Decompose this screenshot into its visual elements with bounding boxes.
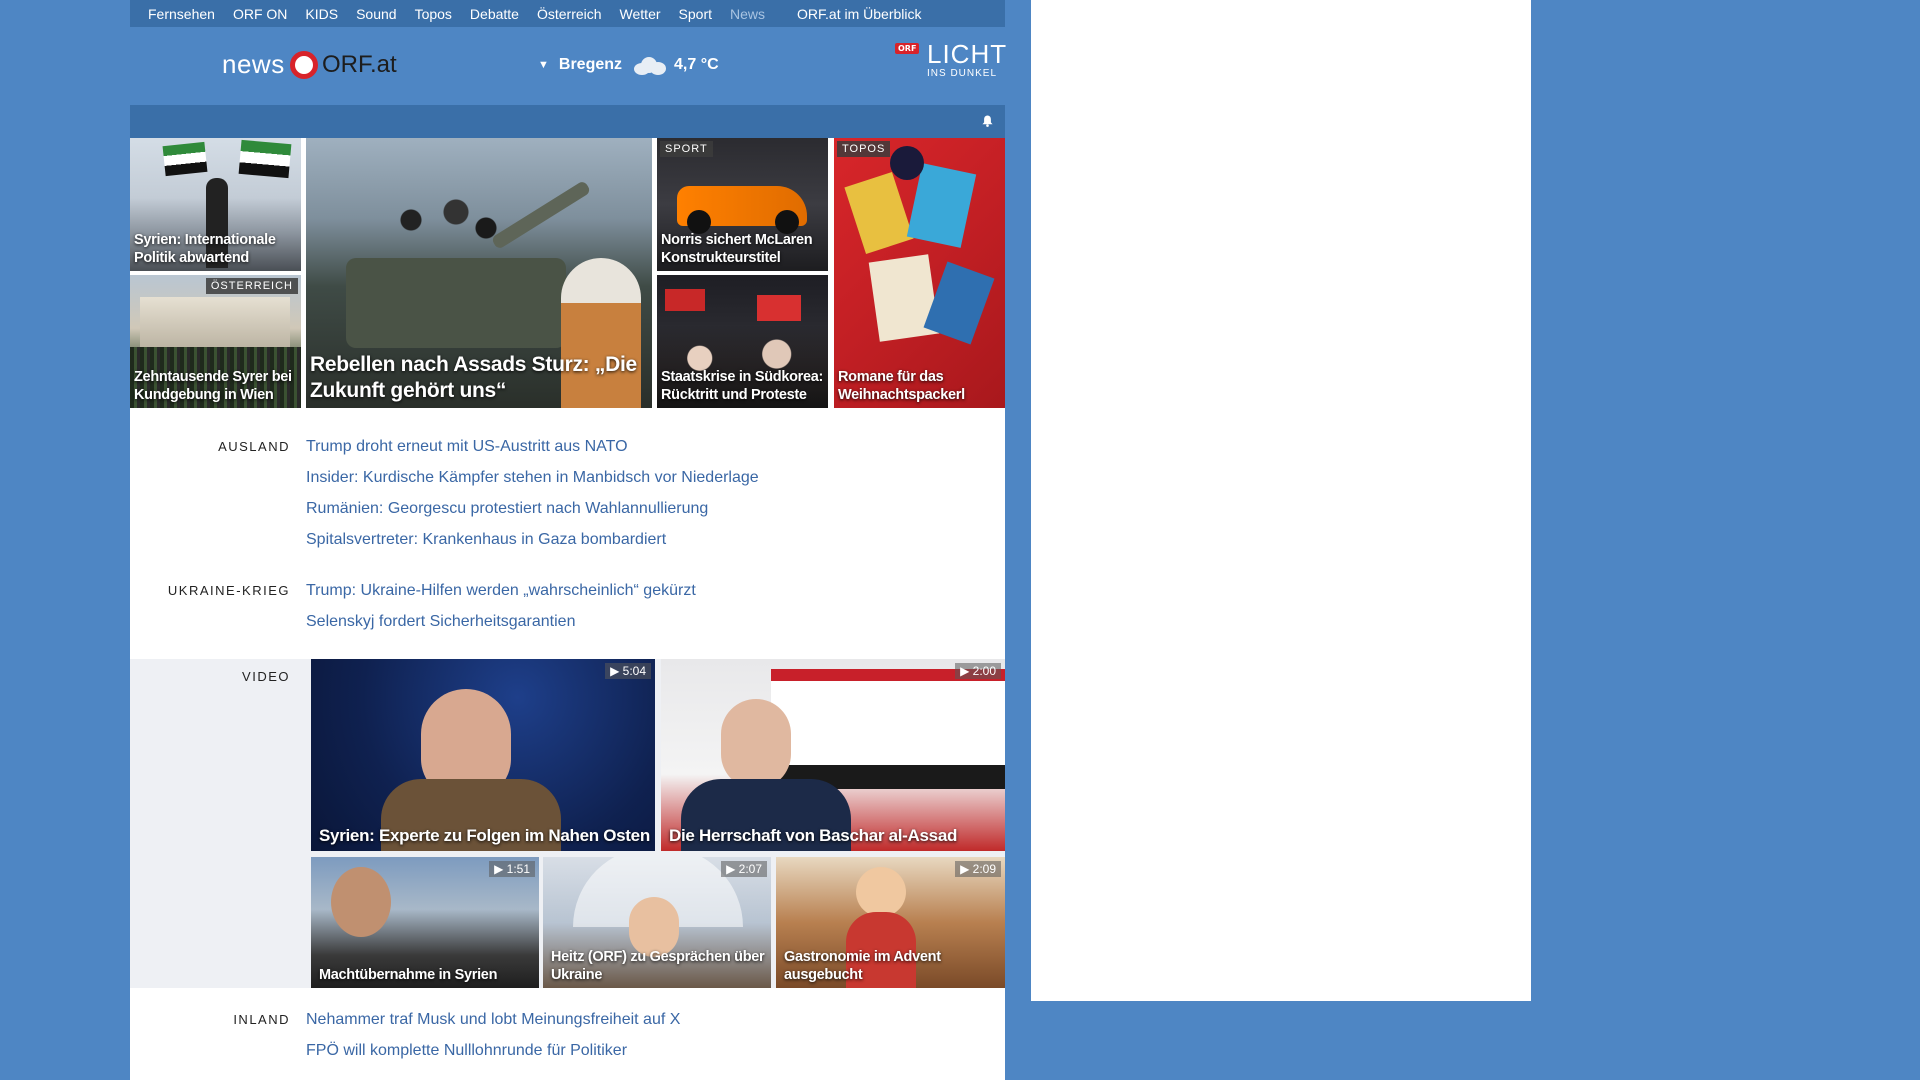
article-link[interactable]: Nehammer traf Musk und lobt Meinungsfrei… [306, 1004, 680, 1035]
video-caption: Heitz (ORF) zu Gesprächen über Ukraine [551, 949, 765, 983]
orf-logo-icon[interactable] [290, 51, 318, 79]
section-video: VIDEO ▶ 5:04 Syrien: Experte zu Folgen i… [130, 659, 1005, 988]
video-caption: Syrien: Experte zu Folgen im Nahen Osten [319, 826, 650, 845]
top-navigation: Fernsehen ORF ON KIDS Sound Topos Debatt… [130, 0, 1005, 27]
teaser-rebellen[interactable]: Rebellen nach Assads Sturz: „Die Zukunft… [306, 138, 652, 408]
section-inland: INLAND Nehammer traf Musk und lobt Meinu… [130, 1004, 1005, 1080]
crowd-image [366, 188, 516, 268]
video-duration: ▶ 5:04 [605, 663, 651, 679]
cloud-icon [632, 55, 667, 75]
teaser-caption: Staatskrise in Südkorea: Rücktritt und P… [661, 369, 824, 403]
teaser-caption: Norris sichert McLaren Konstrukteurstite… [661, 232, 813, 266]
video-caption: Gastronomie im Advent ausgebucht [784, 949, 941, 983]
video-duration: ▶ 2:00 [955, 663, 1001, 679]
nav-fernsehen[interactable]: Fernsehen [130, 6, 224, 22]
category-tag: TOPOS [837, 141, 891, 157]
teaser-syrien-politik[interactable]: Syrien: Internationale Politik abwartend [130, 138, 301, 271]
video-caption: Machtübernahme in Syrien [319, 967, 498, 983]
link-list: Trump droht erneut mit US-Austritt aus N… [306, 431, 759, 555]
bell-icon[interactable] [982, 115, 993, 127]
video-duration: ▶ 1:51 [489, 861, 535, 877]
teaser-caption: Syrien: Internationale Politik abwartend [134, 232, 276, 266]
book-image [844, 171, 914, 255]
licht-subtitle: INS DUNKEL [927, 68, 998, 79]
section-label: INLAND [233, 1012, 290, 1027]
article-link[interactable]: Trump droht erneut mit US-Austritt aus N… [306, 431, 759, 462]
video-assad-herrschaft[interactable]: ▶ 2:00 Die Herrschaft von Baschar al-Ass… [661, 659, 1005, 851]
main-content: Syrien: Internationale Politik abwartend… [130, 138, 1005, 1080]
nav-overview[interactable]: ORF.at im Überblick [788, 6, 930, 22]
nav-wetter[interactable]: Wetter [611, 6, 670, 22]
section-label: AUSLAND [218, 439, 290, 454]
article-link[interactable]: Selenskyj fordert Sicherheitsgarantien [306, 606, 696, 637]
nav-sound[interactable]: Sound [347, 6, 405, 22]
flag-image [162, 141, 208, 177]
section-label: UKRAINE-KRIEG [167, 583, 290, 598]
article-link[interactable]: Insider: Kurdische Kämpfer stehen in Man… [306, 462, 759, 493]
teaser-caption: Rebellen nach Assads Sturz: „Die Zukunft… [310, 353, 637, 402]
protest-sign [665, 289, 705, 311]
teaser-caption: Zehntausende Syrer bei Kundgebung in Wie… [134, 369, 292, 403]
video-caption: Die Herrschaft von Baschar al-Assad [669, 826, 958, 845]
banner-image [771, 669, 1005, 789]
video-duration: ▶ 2:09 [955, 861, 1001, 877]
flag-image [238, 139, 292, 179]
teaser-caption: Romane für das Weihnachtspackerl [838, 369, 965, 403]
teaser-kundgebung-wien[interactable]: ÖSTERREICH Zehntausende Syrer bei Kundge… [130, 275, 301, 408]
triangle-down-icon[interactable]: ▼ [538, 59, 549, 71]
logo-news-text[interactable]: news [222, 49, 285, 80]
nav-debatte[interactable]: Debatte [461, 6, 528, 22]
nav-orf-on[interactable]: ORF ON [224, 6, 296, 22]
video-gastronomie-advent[interactable]: ▶ 2:09 Gastronomie im Advent ausgebucht [776, 857, 1005, 988]
video-heitz-ukraine[interactable]: ▶ 2:07 Heitz (ORF) zu Gesprächen über Uk… [543, 857, 771, 988]
nav-news[interactable]: News [721, 6, 774, 22]
category-tag: ÖSTERREICH [205, 278, 298, 294]
gift-image [890, 146, 924, 180]
weather-widget[interactable]: ▼ Bregenz 4,7 °C [538, 55, 719, 75]
teaser-norris[interactable]: SPORT Norris sichert McLaren Konstrukteu… [657, 138, 828, 271]
person-image [721, 699, 791, 789]
link-list: Nehammer traf Musk und lobt Meinungsfrei… [306, 1004, 680, 1066]
video-syrien-experte[interactable]: ▶ 5:04 Syrien: Experte zu Folgen im Nahe… [311, 659, 655, 851]
parliament-building [140, 297, 290, 347]
orf-badge: ORF [895, 43, 920, 54]
licht-title: LICHT [927, 39, 1008, 69]
weather-city: Bregenz [558, 56, 623, 73]
link-list: Trump: Ukraine-Hilfen werden „wahrschein… [306, 575, 696, 637]
section-ausland: AUSLAND Trump droht erneut mit US-Austri… [130, 431, 1005, 561]
article-link[interactable]: Spitalsvertreter: Krankenhaus in Gaza bo… [306, 524, 759, 555]
protest-sign [757, 295, 801, 321]
logo-orf-text[interactable]: ORF.at [322, 51, 397, 79]
video-duration: ▶ 2:07 [721, 861, 767, 877]
site-header: news ORF.at ▼ Bregenz 4,7 °C ORF LICHT I… [130, 27, 1008, 105]
section-label: VIDEO [242, 669, 290, 684]
nav-kids[interactable]: KIDS [296, 6, 347, 22]
article-link[interactable]: FPÖ will komplette Nulllohnrunde für Pol… [306, 1035, 680, 1066]
weather-temperature: 4,7 °C [674, 56, 719, 73]
teaser-suedkorea[interactable]: Staatskrise in Südkorea: Rücktritt und P… [657, 275, 828, 408]
angel-figure-image [856, 867, 906, 917]
tank-image [346, 258, 566, 348]
nav-sport[interactable]: Sport [670, 6, 721, 22]
section-ukraine-krieg: UKRAINE-KRIEG Trump: Ukraine-Hilfen werd… [130, 575, 1005, 645]
video-machtuebernahme[interactable]: ▶ 1:51 Machtübernahme in Syrien [311, 857, 539, 988]
sub-bar [130, 105, 1005, 138]
article-link[interactable]: Rumänien: Georgescu protestiert nach Wah… [306, 493, 759, 524]
category-tag: SPORT [660, 141, 713, 157]
person-image [331, 867, 391, 937]
licht-ins-dunkel-logo[interactable]: ORF LICHT INS DUNKEL [895, 39, 1008, 81]
nav-oesterreich[interactable]: Österreich [528, 6, 611, 22]
nav-topos[interactable]: Topos [406, 6, 461, 22]
side-ad-panel [1031, 0, 1531, 1001]
article-link[interactable]: Trump: Ukraine-Hilfen werden „wahrschein… [306, 575, 696, 606]
teaser-romane[interactable]: TOPOS Romane für das Weihnachtspackerl [834, 138, 1005, 408]
